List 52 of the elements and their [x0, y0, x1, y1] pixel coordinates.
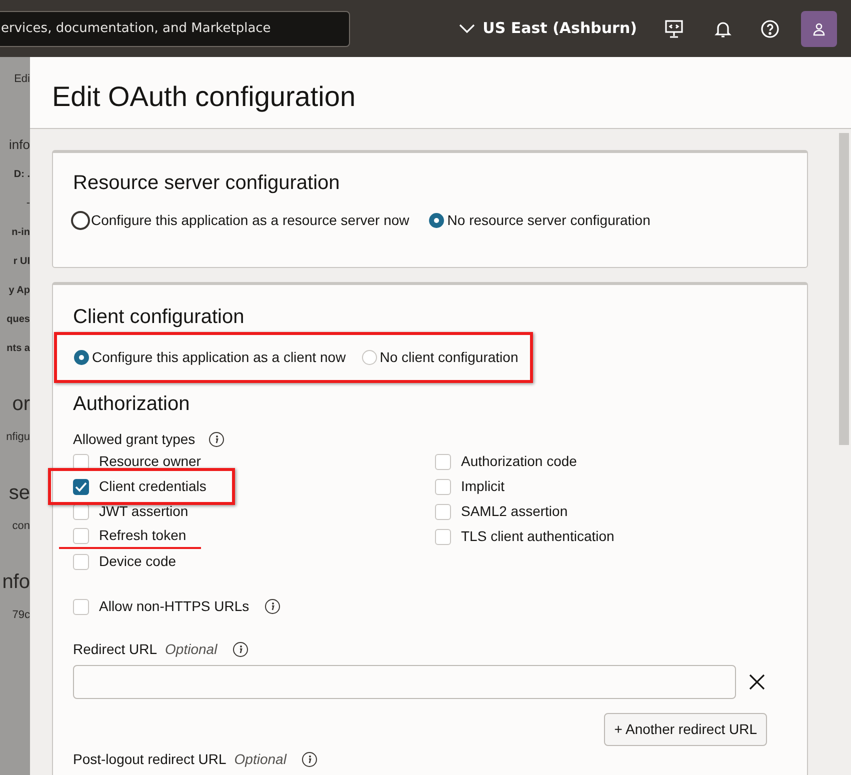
search-field[interactable]: ervices, documentation, and Marketplace [0, 10, 350, 46]
optional-label: Optional [234, 750, 286, 769]
checkbox-option[interactable]: Refresh token [59, 524, 201, 549]
background-text: nfigu [6, 432, 30, 443]
input-field[interactable] [73, 665, 736, 699]
info-icon[interactable] [302, 752, 318, 767]
background-text: D: . [14, 170, 30, 180]
checkbox-option[interactable]: Client credentials [48, 468, 235, 505]
background-text: info [9, 138, 30, 151]
bell-icon[interactable] [714, 20, 732, 38]
section-title: Authorization [73, 392, 191, 417]
field-label: Redirect URL [73, 640, 158, 659]
radio-option[interactable]: Configure this application as a resource server now [73, 210, 410, 231]
radio-option[interactable]: No client configuration [362, 347, 518, 368]
checkbox-option[interactable]: Device code [73, 549, 435, 574]
region-selector[interactable]: US East (Ashburn) [458, 17, 637, 40]
close-icon[interactable] [749, 674, 765, 690]
monitor-icon[interactable] [665, 20, 683, 38]
field-label: Allowed grant types [73, 430, 196, 449]
person-icon [812, 22, 826, 36]
radio-option[interactable]: Configure this application as a client now [74, 347, 346, 368]
section-title: Client configuration [73, 305, 246, 330]
checkbox-option[interactable]: TLS client authentication [435, 524, 787, 549]
radio-option[interactable]: No resource server configuration [429, 210, 650, 231]
info-icon[interactable] [233, 642, 248, 657]
scrollbar-thumb[interactable] [838, 133, 848, 445]
add-redirect-button[interactable]: + Another redirect URL [604, 713, 767, 746]
check-icon [75, 482, 87, 492]
background-text: r UI [13, 257, 30, 267]
checkbox-option[interactable]: Implicit [435, 474, 787, 499]
chevron-down-icon [458, 24, 475, 34]
checkbox-option[interactable]: Authorization code [435, 449, 787, 474]
background-text: y Ap [8, 286, 30, 296]
checkbox-option[interactable]: Allow non-HTTPS URLs [73, 594, 250, 619]
background-text: - [26, 198, 30, 209]
background-text: nts a [6, 344, 30, 354]
background-text: n-in [12, 228, 30, 238]
field-label: Post-logout redirect URL [73, 750, 226, 769]
info-icon[interactable] [209, 432, 224, 446]
avatar-button[interactable] [801, 10, 837, 46]
background-text: or [12, 394, 30, 414]
checkbox-option[interactable]: SAML2 assertion [435, 499, 787, 524]
help-icon[interactable] [761, 20, 779, 38]
info-icon[interactable] [265, 599, 280, 614]
background-text: con [12, 521, 30, 532]
background-text: nfo [2, 572, 30, 592]
section-title: Resource server configuration [73, 171, 341, 196]
background-text: 79c [12, 610, 30, 621]
background-text: ques [6, 315, 30, 325]
background-text: se [8, 483, 30, 503]
optional-label: Optional [165, 640, 218, 659]
background-text: Edi [14, 74, 30, 85]
